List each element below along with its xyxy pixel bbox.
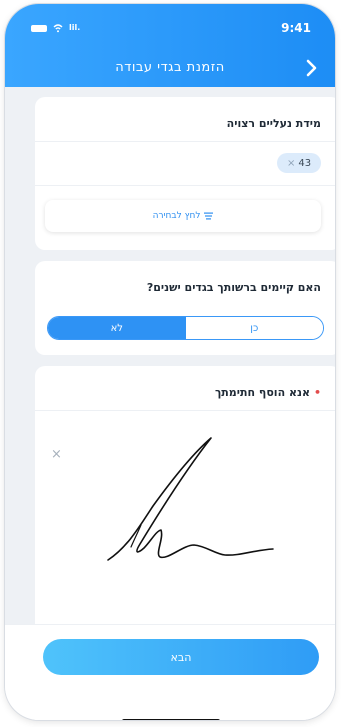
- filter-lines-icon: [204, 212, 214, 220]
- page-title: הזמנת בגדי עבודה: [115, 60, 225, 75]
- signal-icon: lil.: [69, 23, 81, 32]
- yes-no-toggle[interactable]: לא כן: [47, 316, 324, 340]
- signature-pad[interactable]: ×: [35, 416, 335, 628]
- option-no[interactable]: לא: [48, 317, 186, 339]
- divider: [35, 185, 335, 186]
- old-clothes-card: האם קיימים ברשותך בגדים ישנים? לא כן: [35, 261, 335, 355]
- divider: [35, 141, 335, 142]
- shoe-size-card: מידת נעליים רצויה × 43 לחץ לבחירה: [35, 97, 335, 250]
- close-icon[interactable]: ×: [287, 158, 295, 169]
- signature-title: •אנא הוסף חתימתך: [215, 386, 321, 399]
- required-marker: •: [313, 386, 321, 399]
- home-indicator: [122, 719, 220, 720]
- divider: [35, 410, 335, 411]
- clear-signature-icon[interactable]: ×: [51, 447, 62, 462]
- status-bar: lil. 9:41: [5, 18, 335, 38]
- option-yes[interactable]: כן: [185, 317, 323, 339]
- battery-icon: [31, 24, 47, 32]
- select-size-button[interactable]: לחץ לבחירה: [45, 200, 321, 232]
- phone-frame: lil. 9:41 הזמנת בגדי עבודה מידת נעליים ר…: [5, 4, 335, 720]
- footer-bar: הבא: [5, 624, 335, 720]
- select-button-label: לחץ לבחירה: [152, 211, 201, 221]
- header-bar: lil. 9:41 הזמנת בגדי עבודה: [5, 4, 335, 87]
- wifi-icon: [53, 24, 63, 33]
- shoe-size-title: מידת נעליים רצויה: [226, 117, 321, 130]
- signature-title-text: אנא הוסף חתימתך: [214, 386, 310, 399]
- selected-size-chip[interactable]: × 43: [277, 153, 321, 173]
- next-button[interactable]: הבא: [43, 639, 319, 675]
- status-time: 9:41: [281, 21, 311, 35]
- old-clothes-question: האם קיימים ברשותך בגדים ישנים?: [146, 281, 321, 294]
- chip-label: 43: [298, 157, 312, 169]
- chevron-right-icon[interactable]: [303, 58, 321, 78]
- signature-stroke: [107, 437, 274, 561]
- status-icons: lil.: [31, 23, 80, 33]
